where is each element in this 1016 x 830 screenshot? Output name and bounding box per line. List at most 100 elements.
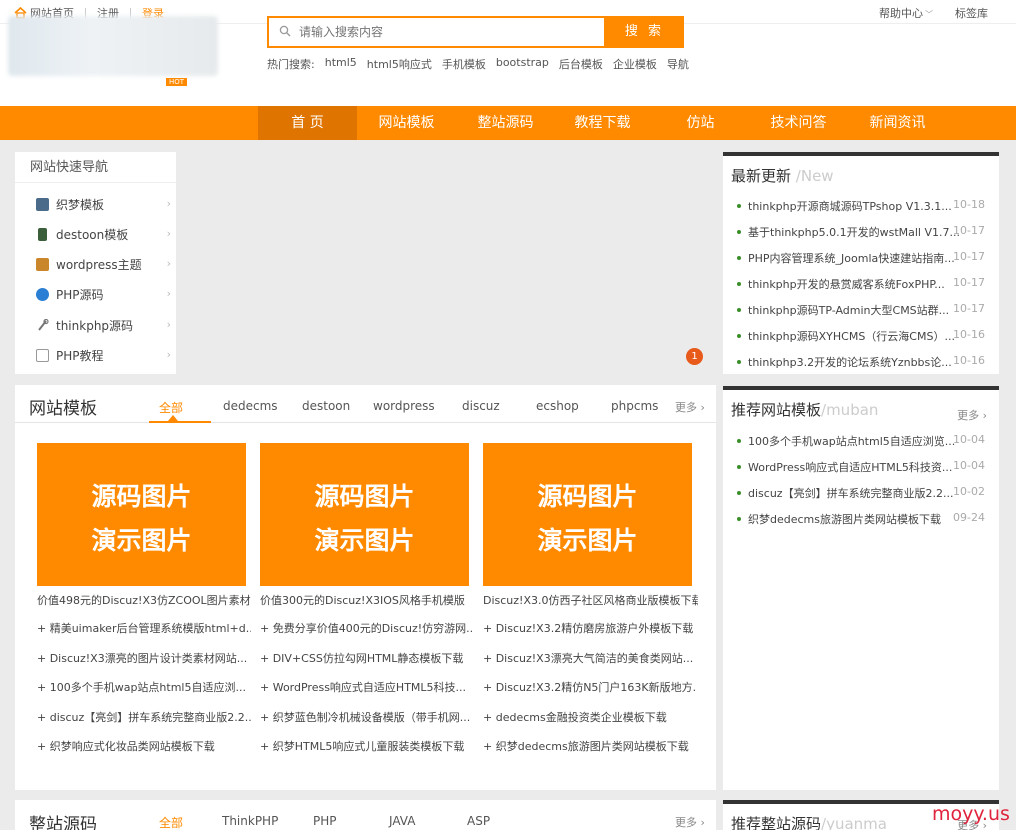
hot-word[interactable]: bootstrap xyxy=(496,56,549,72)
hot-word[interactable]: 导航 xyxy=(667,56,689,72)
search-button[interactable]: 搜 索 xyxy=(605,16,684,48)
tags-link[interactable]: 标签库 xyxy=(955,5,988,21)
quick-nav-title: 网站快速导航 xyxy=(15,152,176,183)
quick-nav-item[interactable]: wordpress主题 › xyxy=(36,254,171,274)
tab-wordpress[interactable]: wordpress xyxy=(373,399,435,413)
hot-word[interactable]: 企业模板 xyxy=(613,56,657,72)
tab-thinkphp[interactable]: ThinkPHP xyxy=(222,814,278,828)
list-item[interactable]: thinkphp开发的悬赏威客系统FoxPHP... 10-17 xyxy=(737,276,993,291)
list-item[interactable]: + 精美uimaker后台管理系统模版html+d... xyxy=(37,620,251,636)
hot-badge: HOT xyxy=(166,78,188,86)
quick-nav-item[interactable]: PHP源码 › xyxy=(36,284,171,304)
tab-underline xyxy=(149,421,211,423)
template-thumbnail[interactable]: 源码图片 演示图片 xyxy=(37,443,246,586)
hot-word[interactable]: 后台模板 xyxy=(559,56,603,72)
nav-tutorials[interactable]: 教程下载 xyxy=(553,106,652,140)
list-item[interactable]: + 织梦dedecms旅游图片类网站模板下载 xyxy=(483,738,697,754)
tab-all[interactable]: 全部 xyxy=(159,399,183,416)
chevron-down-icon: ﹀ xyxy=(925,10,933,19)
list-item[interactable]: + discuz【亮剑】拼车系统完整商业版2.2... xyxy=(37,709,251,725)
list-item[interactable]: WordPress响应式自适应HTML5科技资... 10-04 xyxy=(737,459,993,474)
quick-nav-label: 织梦模板 xyxy=(56,197,105,212)
list-item[interactable]: + 织梦响应式化妆品类网站模板下载 xyxy=(37,738,251,754)
template-thumbnail[interactable]: 源码图片 演示图片 xyxy=(260,443,469,586)
list-item[interactable]: + WordPress响应式自适应HTML5科技... xyxy=(260,679,474,695)
quick-nav-label: wordpress主题 xyxy=(56,257,142,272)
quick-nav-item[interactable]: 织梦模板 › xyxy=(36,194,171,214)
more-link[interactable]: 更多 › xyxy=(675,399,705,415)
list-item[interactable]: + dedecms金融投资类企业模板下载 xyxy=(483,709,697,725)
templates-header: 网站模板 全部 dedecms destoon wordpress discuz… xyxy=(15,385,716,423)
search-input[interactable] xyxy=(299,23,589,41)
tab-phpcms[interactable]: phpcms xyxy=(611,399,658,413)
tab-destoon[interactable]: destoon xyxy=(302,399,350,413)
main-nav: 首 页 网站模板 整站源码 教程下载 仿站 技术问答 新闻资讯 xyxy=(0,106,1016,140)
template-caption[interactable]: Discuz!X3.0仿西子社区风格商业版模板下载 xyxy=(483,592,698,608)
template-thumbnail[interactable]: 源码图片 演示图片 xyxy=(483,443,692,586)
nav-qa[interactable]: 技术问答 xyxy=(749,106,848,140)
chevron-right-icon: › xyxy=(166,287,171,300)
more-link[interactable]: 更多 › xyxy=(675,814,705,830)
list-item[interactable]: thinkphp源码XYHCMS（行云海CMS）... 10-16 xyxy=(737,328,993,343)
list-item[interactable]: thinkphp源码TP-Admin大型CMS站群... 10-17 xyxy=(737,302,993,317)
template-caption[interactable]: 价值498元的Discuz!X3仿ZCOOL图片素材 xyxy=(37,592,252,608)
tab-php[interactable]: PHP xyxy=(313,814,337,828)
help-center-link[interactable]: 帮助中心 ﹀ xyxy=(879,5,933,21)
quick-nav-item[interactable]: destoon模板 › xyxy=(36,224,171,244)
quick-nav-label: PHP教程 xyxy=(56,348,104,363)
list-item[interactable]: + 织梦蓝色制冷机械设备模版（带手机网... xyxy=(260,709,474,725)
tab-ecshop[interactable]: ecshop xyxy=(536,399,579,413)
hot-search: 热门搜索: html5 html5响应式 手机模板 bootstrap 后台模板… xyxy=(267,56,699,72)
quick-nav-item[interactable]: thinkphp源码 › xyxy=(36,315,171,335)
list-item[interactable]: + 100多个手机wap站点html5自适应浏... xyxy=(37,679,251,695)
quick-nav-label: destoon模板 xyxy=(56,227,129,242)
list-item[interactable]: thinkphp3.2开发的论坛系统Yznbbs论... 10-16 xyxy=(737,354,993,369)
tab-asp[interactable]: ASP xyxy=(467,814,490,828)
site-logo[interactable] xyxy=(8,16,218,76)
hot-word[interactable]: html5响应式 xyxy=(367,56,432,72)
banner-slider[interactable] xyxy=(176,152,712,374)
search-box xyxy=(267,16,606,48)
nav-clone[interactable]: 仿站 xyxy=(651,106,750,140)
tab-java[interactable]: JAVA xyxy=(389,814,415,828)
recommend-templates-panel: 推荐网站模板/muban 更多 › 100多个手机wap站点html5自适应浏览… xyxy=(723,386,999,790)
list-item[interactable]: thinkphp开源商城源码TPshop V1.3.1... 10-18 xyxy=(737,198,993,213)
templates-panel: 网站模板 全部 dedecms destoon wordpress discuz… xyxy=(15,385,716,790)
more-link[interactable]: 更多 › xyxy=(957,407,987,423)
tab-dedecms[interactable]: dedecms xyxy=(223,399,278,413)
list-item[interactable]: discuz【亮剑】拼车系统完整商业版2.2... 10-02 xyxy=(737,485,993,500)
chevron-right-icon: › xyxy=(166,257,171,270)
list-item[interactable]: + Discuz!X3.2精仿N5门户163K新版地方... xyxy=(483,679,697,695)
picture-icon xyxy=(36,257,49,271)
list-item[interactable]: 100多个手机wap站点html5自适应浏览... 10-04 xyxy=(737,433,993,448)
help-circle-icon xyxy=(36,287,49,301)
tab-discuz[interactable]: discuz xyxy=(462,399,500,413)
list-item[interactable]: 织梦dedecms旅游图片类网站模板下载 09-24 xyxy=(737,511,993,526)
slide-indicator[interactable]: 1 xyxy=(686,348,703,365)
template-caption[interactable]: 价值300元的Discuz!X3IOS风格手机模版 xyxy=(260,592,475,608)
chevron-right-icon: › xyxy=(166,318,171,331)
nav-news[interactable]: 新闻资讯 xyxy=(848,106,947,140)
hot-word[interactable]: 手机模板 xyxy=(442,56,486,72)
quick-nav-label: PHP源码 xyxy=(56,287,104,302)
hot-search-label: 热门搜索: xyxy=(267,58,315,71)
phone-icon xyxy=(38,227,47,241)
templates-title: 网站模板 xyxy=(29,399,97,419)
nav-source[interactable]: 整站源码 xyxy=(456,106,555,140)
nav-templates[interactable]: 网站模板 xyxy=(357,106,456,140)
list-item[interactable]: + Discuz!X3.2精仿磨房旅游户外模板下载 xyxy=(483,620,697,636)
recommend-source-title: 推荐整站源码/yuanma xyxy=(731,815,887,830)
list-item[interactable]: + 免费分享价值400元的Discuz!仿穷游网... xyxy=(260,620,474,636)
list-item[interactable]: + Discuz!X3漂亮的图片设计类素材网站... xyxy=(37,650,251,666)
list-item[interactable]: + DIV+CSS仿拉勾网HTML静态模板下载 xyxy=(260,650,474,666)
chevron-right-icon: › xyxy=(166,227,171,240)
nav-home[interactable]: 首 页 xyxy=(258,106,357,140)
tab-all[interactable]: 全部 xyxy=(159,814,183,830)
quick-nav-item[interactable]: PHP教程 › xyxy=(36,345,171,365)
list-item[interactable]: 基于thinkphp5.0.1开发的wstMall V1.7... 10-17 xyxy=(737,224,993,239)
document-icon xyxy=(36,348,49,362)
list-item[interactable]: + Discuz!X3漂亮大气简洁的美食类网站... xyxy=(483,650,697,666)
hot-word[interactable]: html5 xyxy=(325,56,357,72)
list-item[interactable]: PHP内容管理系统_Joomla快速建站指南... 10-17 xyxy=(737,250,993,265)
list-item[interactable]: + 织梦HTML5响应式儿童服装类模板下载 xyxy=(260,738,474,754)
